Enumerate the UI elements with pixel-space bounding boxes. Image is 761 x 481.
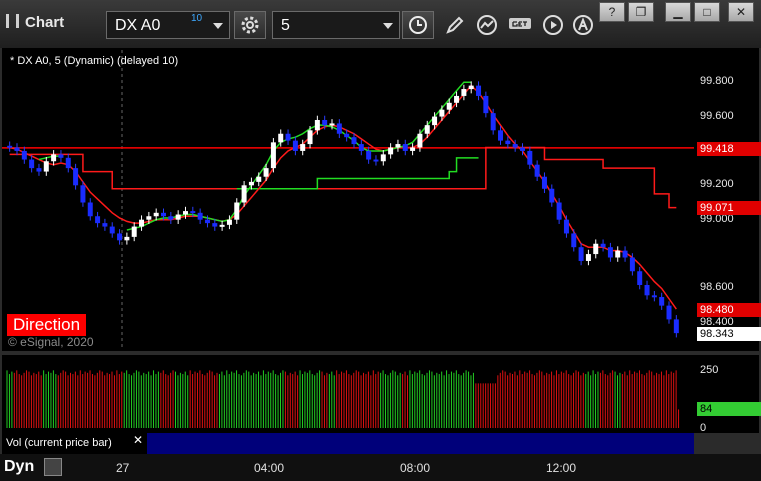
settings-button[interactable] [234,11,266,39]
interval-text: 5 [281,17,290,34]
restore-button[interactable]: ❐ [628,2,654,22]
study-icon [477,15,497,35]
restore-icon: ❐ [635,5,647,19]
y-tick: 99.200 [700,178,734,190]
time-button[interactable] [402,11,434,39]
app-title: Chart [6,14,64,31]
volume-tick: 250 [700,364,719,376]
pencil-icon [446,16,464,34]
price-badge: 99.071 [697,201,761,215]
volume-tick: 0 [700,422,707,434]
lock-icon[interactable] [44,458,62,476]
symbol-delay: 10 [191,13,203,24]
studies-button[interactable] [474,12,500,38]
gear-icon [241,16,259,34]
symbol-text: DX A0 [115,17,161,34]
y-tick: 99.600 [700,110,734,122]
y-tick: 98.600 [700,281,734,293]
clock-icon [409,16,427,34]
chevron-down-icon[interactable] [213,23,223,29]
interval-input[interactable]: 5 [272,11,400,39]
minimize-button[interactable]: ▁ [665,2,691,22]
toolbar: Chart DX A0 10 5 ? ❐ ▁ □ ✕ [0,0,761,48]
symbol-input[interactable]: DX A0 10 [106,11,230,39]
alerts-button[interactable] [570,12,596,38]
alert-icon [573,15,593,35]
x-tick: 27 [116,461,130,475]
copyright: © eSignal, 2020 [8,335,94,349]
x-tick: 04:00 [254,461,285,475]
dyn-label[interactable]: Dyn [4,458,34,476]
chevron-down-icon[interactable] [383,23,393,29]
draw-button[interactable] [442,12,468,38]
play-icon [543,15,563,35]
last-price-badge: 98.343 [697,327,761,341]
volume-label: Vol (current price bar) [6,437,112,449]
help-button[interactable]: ? [599,2,625,22]
x-tick: 12:00 [546,461,577,475]
get-button[interactable] [508,12,534,38]
price-badge: 99.418 [697,142,761,156]
play-button[interactable] [540,12,566,38]
price-pane[interactable] [2,48,694,351]
time-axis[interactable] [0,454,761,481]
direction-label[interactable]: Direction [7,314,87,336]
close-volume-icon[interactable]: ✕ [133,433,143,447]
app-title-text: Chart [25,14,65,31]
chart-app-icon [6,14,19,28]
close-button[interactable]: ✕ [728,2,754,22]
get-icon [509,18,531,29]
y-tick: 99.800 [700,75,734,87]
chart-legend: * DX A0, 5 (Dynamic) (delayed 10) [10,55,179,67]
maximize-button[interactable]: □ [694,2,720,22]
volume-badge: 84 [697,402,761,416]
volume-pane[interactable] [2,355,694,433]
x-tick: 08:00 [400,461,431,475]
price-badge: 98.480 [697,303,761,317]
close-icon: ✕ [735,5,747,19]
help-icon: ? [608,5,616,19]
maximize-icon: □ [703,5,711,19]
minimize-icon: ▁ [673,5,683,19]
